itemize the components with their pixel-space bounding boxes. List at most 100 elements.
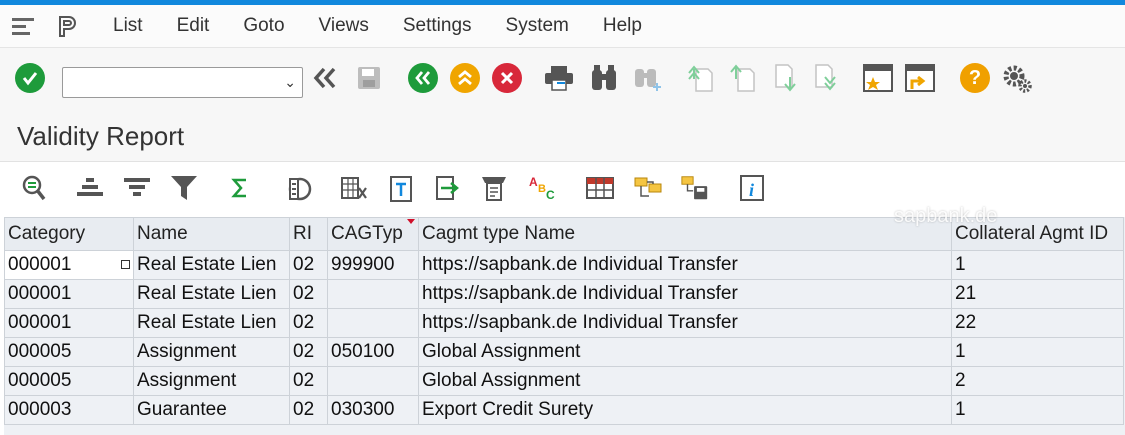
cell-collateral-id[interactable]: 1 [951,337,1124,367]
cell-ri[interactable]: 02 [289,337,328,367]
binoculars-icon [592,65,616,90]
cell-cagtyp[interactable]: 999900 [327,250,419,280]
print-button[interactable] [542,61,576,95]
cell-ri[interactable]: 02 [289,250,328,280]
find-next-icon [635,69,661,91]
choose-layout-button[interactable] [633,173,663,203]
cell-category[interactable]: 000001 [4,250,134,280]
cell-cagmt-type-name[interactable]: Global Assignment [418,337,952,367]
subtotals-button[interactable] [284,173,314,203]
cell-cagmt-type-name[interactable]: https://sapbank.de Individual Transfer [418,279,952,309]
cell-cagtyp[interactable] [327,308,419,338]
cell-name[interactable]: Guarantee [133,395,290,425]
last-page-button[interactable] [808,61,842,95]
column-header-category[interactable]: Category [4,217,134,251]
cell-category[interactable]: 000005 [4,337,134,367]
save-button[interactable] [352,61,386,95]
shortcut-icon [905,64,935,92]
menu-system[interactable]: System [506,15,569,37]
cell-ri[interactable]: 02 [289,366,328,396]
total-button[interactable] [225,173,255,203]
cell-ri[interactable]: 02 [289,395,328,425]
menu-help[interactable]: Help [603,15,642,37]
cell-cagmt-type-name[interactable]: https://sapbank.de Individual Transfer [418,250,952,280]
create-session-button[interactable] [861,61,895,95]
cell-ri[interactable]: 02 [289,279,328,309]
table-row[interactable]: 000003 Guarantee 02 030300 Export Credit… [4,395,1124,425]
export-file-icon [436,176,459,200]
sort-descending-button[interactable] [122,173,152,203]
generate-shortcut-button[interactable] [903,61,937,95]
help-icon: ? [960,63,990,93]
sort-ascending-button[interactable] [75,173,105,203]
cell-name[interactable]: Real Estate Lien [133,250,290,280]
cell-name[interactable]: Assignment [133,366,290,396]
information-button[interactable]: i [737,173,767,203]
text-document-icon [390,176,412,202]
column-header-ri[interactable]: RI [289,217,328,251]
system-menu-icon[interactable] [12,16,34,36]
save-layout-button[interactable] [680,173,710,203]
menu-list[interactable]: List [113,15,143,37]
find-button[interactable] [587,61,621,95]
cell-collateral-id[interactable]: 2 [951,366,1124,396]
menu-views[interactable]: Views [319,15,369,37]
cancel-button[interactable] [490,61,524,95]
cell-collateral-id[interactable]: 1 [951,250,1124,280]
abc-analysis-button[interactable]: ABC [527,173,557,203]
cell-name[interactable]: Assignment [133,337,290,367]
table-row[interactable]: 000005 Assignment 02 050100 Global Assig… [4,337,1124,367]
cell-collateral-id[interactable]: 22 [951,308,1124,338]
cell-name[interactable]: Real Estate Lien [133,279,290,309]
print-preview-button[interactable] [479,173,509,203]
cell-cagtyp[interactable]: 030300 [327,395,419,425]
cell-ri[interactable]: 02 [289,308,328,338]
next-page-button[interactable] [768,61,802,95]
chevron-down-icon[interactable]: ⌄ [284,74,296,91]
command-input[interactable] [67,69,277,96]
cell-category[interactable]: 000003 [4,395,134,425]
cell-cagmt-type-name[interactable]: Global Assignment [418,366,952,396]
customize-layout-button[interactable] [1000,61,1034,95]
cell-cagtyp[interactable]: 050100 [327,337,419,367]
cell-collateral-id[interactable]: 21 [951,279,1124,309]
cell-cagmt-type-name[interactable]: https://sapbank.de Individual Transfer [418,308,952,338]
cell-cagtyp[interactable] [327,366,419,396]
double-chevron-left-icon [313,67,336,89]
cell-dropdown-icon[interactable] [121,260,130,269]
change-layout-button[interactable] [585,173,615,203]
details-button[interactable] [19,173,49,203]
filter-button[interactable] [169,173,199,203]
help-button[interactable]: ? [958,61,992,95]
menu-bar: List Edit Goto Views Settings System Hel… [0,5,1125,47]
cell-category[interactable]: 000001 [4,279,134,309]
enter-button[interactable] [13,61,47,95]
cell-cagmt-type-name[interactable]: Export Credit Surety [418,395,952,425]
collapse-toolbar-button[interactable] [308,61,342,95]
menu-settings[interactable]: Settings [403,15,472,37]
column-header-name[interactable]: Name [133,217,290,251]
back-button[interactable] [406,61,440,95]
cell-name[interactable]: Real Estate Lien [133,308,290,338]
find-next-button[interactable] [631,61,665,95]
cell-collateral-id[interactable]: 1 [951,395,1124,425]
column-header-cagmt-type-name[interactable]: Cagmt type Name [418,217,952,251]
first-page-button[interactable] [684,61,718,95]
menu-edit[interactable]: Edit [177,15,210,37]
command-field[interactable]: ⌄ [62,67,303,98]
cell-category[interactable]: 000001 [4,308,134,338]
local-file-button[interactable] [433,173,463,203]
excel-export-button[interactable] [339,173,369,203]
column-header-cagtyp[interactable]: CAGTyp [327,217,419,251]
table-row[interactable]: 000005 Assignment 02 Global Assignment 2 [4,366,1124,396]
exit-button[interactable] [448,61,482,95]
personalize-icon[interactable] [56,14,82,38]
table-row[interactable]: 000001 Real Estate Lien 02 https://sapba… [4,279,1124,309]
word-processing-button[interactable] [386,173,416,203]
table-row[interactable]: 000001 Real Estate Lien 02 999900 https:… [4,250,1124,280]
cell-cagtyp[interactable] [327,279,419,309]
cell-category[interactable]: 000005 [4,366,134,396]
table-row[interactable]: 000001 Real Estate Lien 02 https://sapba… [4,308,1124,338]
menu-goto[interactable]: Goto [243,15,284,37]
previous-page-button[interactable] [726,61,760,95]
